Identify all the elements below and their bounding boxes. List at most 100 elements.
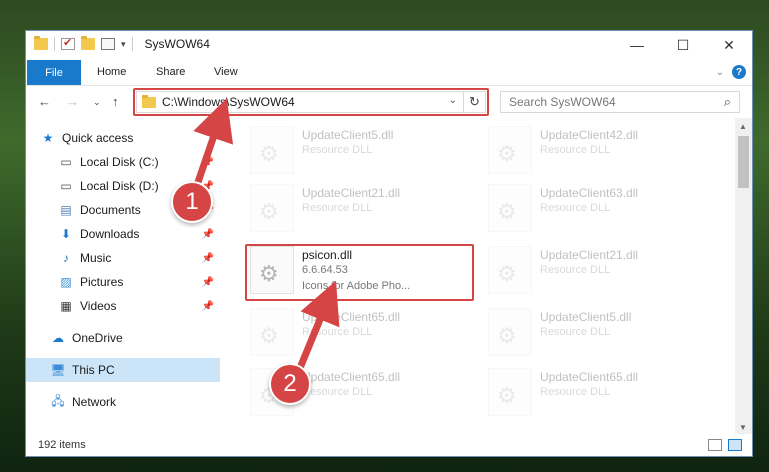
pictures-icon: ▨ — [60, 275, 72, 289]
file-type: Resource DLL — [302, 326, 373, 338]
dll-file-icon — [250, 308, 294, 356]
dll-file-icon — [250, 184, 294, 232]
sidebar-item-downloads[interactable]: ⬇ Downloads 📌 — [26, 222, 220, 246]
address-highlight-box — [133, 88, 489, 116]
dll-file-icon — [250, 126, 294, 174]
sidebar-item-label: This PC — [72, 363, 115, 377]
sidebar-item-label: Pictures — [80, 275, 124, 289]
file-name: UpdateClient21.dll — [302, 186, 401, 200]
sidebar-item-local-disk-c[interactable]: ▭ Local Disk (C:) 📌 — [26, 150, 220, 174]
new-folder-icon[interactable] — [81, 36, 95, 50]
expand-ribbon-icon[interactable]: ⌄ — [716, 67, 724, 78]
file-type: Resource DLL — [302, 144, 373, 156]
customize-toolbar-icon[interactable] — [101, 38, 115, 50]
file-item[interactable]: UpdateClient5.dll Resource DLL — [246, 122, 476, 178]
sidebar-item-network[interactable]: 🖧 Network — [26, 390, 220, 414]
sidebar-item-label: Downloads — [80, 227, 140, 241]
sidebar-item-label: Local Disk (D:) — [80, 179, 159, 193]
music-icon: ♪ — [63, 251, 69, 265]
file-item[interactable]: UpdateClient21.dll Resource DLL — [484, 242, 714, 298]
file-name: UpdateClient42.dll — [540, 128, 639, 142]
file-item[interactable]: UpdateClient63.dll Resource DLL — [484, 180, 714, 236]
sidebar-item-quick-access[interactable]: ★ Quick access — [26, 126, 220, 150]
recent-locations-icon[interactable]: ⌄ — [93, 97, 101, 108]
quick-access-toolbar: ▾ SysWOW64 — [34, 36, 210, 51]
file-type: Resource DLL — [302, 202, 373, 214]
explorer-window: ▾ SysWOW64 — ☐ ✕ File Home Share View ⌄ … — [25, 30, 753, 457]
tab-home[interactable]: Home — [97, 66, 126, 78]
file-type: Resource DLL — [302, 386, 373, 398]
step-1-badge: 1 — [171, 181, 213, 223]
sidebar-item-pictures[interactable]: ▨ Pictures 📌 — [26, 270, 220, 294]
file-type: Resource DLL — [540, 202, 611, 214]
file-name: UpdateClient5.dll — [302, 128, 394, 142]
dll-file-icon — [488, 246, 532, 294]
folder-icon — [34, 36, 48, 50]
toolbar-dropdown-icon[interactable]: ▾ — [121, 39, 126, 50]
forward-arrow-icon[interactable]: → — [66, 94, 79, 109]
file-name: UpdateClient65.dll — [302, 310, 401, 324]
divider — [54, 37, 55, 51]
help-icon[interactable]: ? — [732, 65, 746, 79]
documents-icon: ▤ — [60, 203, 72, 217]
file-name: UpdateClient65.dll — [540, 370, 639, 384]
scroll-up-icon[interactable]: ▲ — [739, 122, 747, 131]
back-arrow-icon[interactable]: ← — [38, 94, 51, 109]
tab-file[interactable]: File — [27, 60, 81, 85]
sidebar-item-label: Quick access — [62, 131, 134, 145]
cloud-icon: ☁ — [52, 331, 64, 345]
file-item[interactable]: UpdateClient65.dll Resource DLL — [246, 304, 476, 360]
minimize-button[interactable]: — — [614, 31, 660, 59]
dll-file-icon — [488, 184, 532, 232]
file-item[interactable]: UpdateClient42.dll Resource DLL — [484, 122, 714, 178]
sidebar-item-label: Network — [72, 395, 117, 409]
close-button[interactable]: ✕ — [706, 31, 752, 59]
details-view-icon[interactable] — [708, 439, 722, 451]
pin-icon: 📌 — [201, 252, 214, 264]
window-title: SysWOW64 — [144, 37, 210, 51]
search-input[interactable]: Search SysWOW64 ⌕ — [500, 91, 740, 113]
sidebar-item-this-pc[interactable]: 🖥 This PC — [26, 358, 220, 382]
file-item[interactable]: UpdateClient5.dll Resource DLL — [484, 304, 714, 360]
sidebar-item-label: Music — [80, 251, 112, 265]
pin-icon: 📌 — [201, 300, 214, 312]
search-icon[interactable]: ⌕ — [724, 94, 731, 110]
sidebar-item-onedrive[interactable]: ☁ OneDrive — [26, 326, 220, 350]
file-item[interactable]: UpdateClient21.dll Resource DLL — [246, 180, 476, 236]
dll-file-icon — [488, 368, 532, 416]
scroll-down-icon[interactable]: ▼ — [739, 423, 747, 432]
up-arrow-icon[interactable]: ↑ — [112, 94, 119, 109]
ribbon-right: ⌄ ? — [716, 65, 746, 79]
vertical-scrollbar[interactable]: ▲ ▼ — [735, 118, 752, 436]
file-type: Resource DLL — [540, 264, 611, 276]
maximize-button[interactable]: ☐ — [660, 31, 706, 59]
divider — [131, 37, 133, 51]
sidebar-item-music[interactable]: ♪ Music 📌 — [26, 246, 220, 270]
item-count: 192 items — [38, 439, 86, 451]
sidebar-item-videos[interactable]: ▦ Videos 📌 — [26, 294, 220, 318]
scrollbar-thumb[interactable] — [738, 136, 749, 188]
star-icon: ★ — [42, 131, 54, 145]
download-icon: ⬇ — [60, 227, 72, 241]
file-name: UpdateClient63.dll — [540, 186, 639, 200]
title-bar: ▾ SysWOW64 — ☐ ✕ — [26, 31, 752, 59]
file-name: UpdateClient65.dll — [302, 370, 401, 384]
file-name: UpdateClient21.dll — [540, 248, 639, 262]
pin-icon: 📌 — [201, 276, 214, 288]
tab-share[interactable]: Share — [156, 66, 185, 78]
large-icons-view-icon[interactable] — [728, 439, 742, 451]
pin-icon: 📌 — [201, 156, 214, 168]
properties-icon[interactable] — [61, 36, 75, 50]
file-item[interactable]: UpdateClient65.dll Resource DLL — [484, 364, 714, 420]
window-controls: — ☐ ✕ — [614, 31, 752, 59]
sidebar-item-label: Videos — [80, 299, 117, 313]
ribbon: File Home Share View ⌄ ? — [26, 59, 752, 86]
search-placeholder: Search SysWOW64 — [509, 95, 616, 109]
videos-icon: ▦ — [60, 299, 72, 313]
pin-icon: 📌 — [201, 228, 214, 240]
view-toggle — [708, 439, 742, 451]
navigation-bar: ← → ⌄ ↑ C:\Windows\SysWOW64 ⌄ ↻ Search S… — [26, 86, 752, 118]
drive-icon: ▭ — [60, 179, 72, 193]
tab-view[interactable]: View — [214, 66, 238, 78]
navigation-pane: ★ Quick access ▭ Local Disk (C:) 📌 ▭ Loc… — [26, 118, 220, 436]
